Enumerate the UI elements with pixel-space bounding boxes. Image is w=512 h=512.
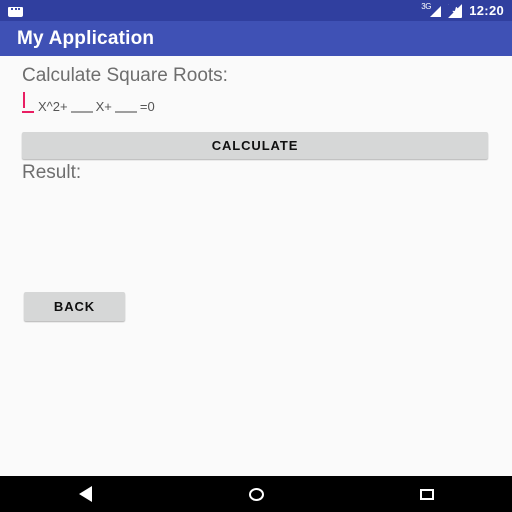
status-bar: 3G 12:20 (0, 0, 512, 21)
equation-text-a: X^2+ (38, 99, 68, 114)
calculate-button[interactable]: CALCULATE (22, 132, 488, 159)
sync-arrows-icon (448, 3, 463, 18)
triangle-back-icon (78, 486, 92, 502)
field-underline-a (22, 111, 34, 113)
app-bar: My Application (0, 21, 512, 56)
result-label: Result: (22, 162, 82, 183)
app-title: My Application (17, 27, 155, 49)
coefficient-c-input[interactable] (114, 92, 137, 113)
field-underline-c (114, 111, 137, 113)
status-bar-right-icons: 3G 12:20 (421, 2, 504, 18)
equation-text-c: =0 (139, 99, 155, 114)
back-button[interactable]: BACK (24, 292, 125, 321)
coefficient-b-input[interactable] (70, 92, 93, 113)
signal-bars-icon: 3G (421, 2, 442, 18)
equation-input-row: X^2+ X+ =0 (22, 92, 155, 114)
android-navigation-bar (0, 476, 512, 512)
nav-home-button[interactable] (171, 476, 342, 512)
text-caret (23, 92, 25, 108)
square-recents-icon (419, 488, 434, 500)
field-underline-b (70, 111, 93, 113)
nav-recents-button[interactable] (341, 476, 512, 512)
equation-text-b: X+ (95, 99, 112, 114)
page-title: Calculate Square Roots: (22, 65, 228, 86)
main-content: Calculate Square Roots: X^2+ X+ =0 CALCU… (0, 56, 512, 486)
android-device-screen: 3G 12:20 My Application Calculate Square… (0, 0, 512, 512)
coefficient-a-input[interactable] (22, 92, 34, 113)
status-bar-left-icons (8, 5, 23, 17)
circle-home-icon (248, 487, 264, 501)
app-window-icon (8, 5, 23, 17)
nav-back-button[interactable] (0, 476, 171, 512)
status-bar-clock: 12:20 (469, 3, 504, 18)
